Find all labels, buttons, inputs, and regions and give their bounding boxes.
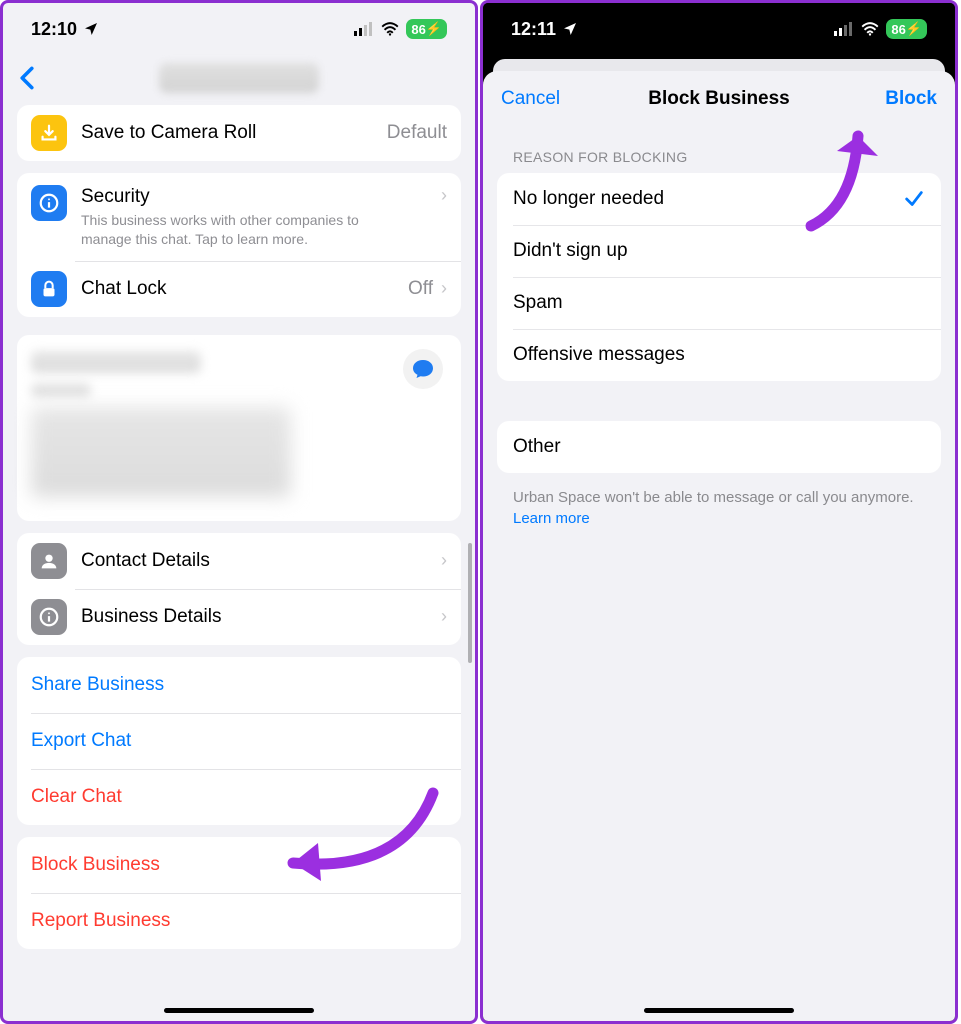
reason-spam[interactable]: Spam <box>497 277 941 329</box>
chat-lock-value: Off <box>408 278 433 300</box>
chevron-right-icon: › <box>441 550 447 571</box>
message-icon[interactable] <box>403 349 443 389</box>
page-title-redacted <box>159 63 319 93</box>
cancel-button[interactable]: Cancel <box>501 88 560 110</box>
info-circle-icon <box>31 599 67 635</box>
chevron-right-icon: › <box>441 185 447 206</box>
chevron-right-icon: › <box>441 606 447 627</box>
phone-right: 12:11 86⚡ Cancel Block Business Block <box>480 0 958 1024</box>
clear-chat-row[interactable]: Clear Chat <box>17 769 461 825</box>
reason-label: Didn't sign up <box>513 240 628 262</box>
contact-details-row[interactable]: Contact Details › <box>17 533 461 589</box>
battery-icon: 86⚡ <box>406 19 447 39</box>
footer-note: Urban Space won't be able to message or … <box>483 473 955 543</box>
checkmark-icon <box>903 188 925 210</box>
location-icon <box>562 21 578 37</box>
chevron-right-icon: › <box>441 278 447 299</box>
security-sub: This business works with other companies… <box>81 211 381 249</box>
wifi-icon <box>380 22 400 36</box>
reason-label: No longer needed <box>513 188 664 210</box>
save-to-camera-roll-row[interactable]: Save to Camera Roll Default <box>17 105 461 161</box>
status-bar: 12:11 86⚡ <box>483 3 955 55</box>
export-chat-label: Export Chat <box>31 729 131 753</box>
reason-other[interactable]: Other <box>497 421 941 473</box>
reason-label: Other <box>513 436 561 458</box>
export-chat-row[interactable]: Export Chat <box>17 713 461 769</box>
security-label: Security <box>81 185 381 209</box>
save-value: Default <box>387 122 447 144</box>
location-icon <box>83 21 99 37</box>
wifi-icon <box>860 22 880 36</box>
report-business-row[interactable]: Report Business <box>17 893 461 949</box>
redacted-contact-card <box>17 335 461 521</box>
block-sheet: Cancel Block Business Block REASON FOR B… <box>483 71 955 1021</box>
reason-options: No longer needed Didn't sign up Spam Off… <box>497 173 941 381</box>
reason-label: Offensive messages <box>513 344 685 366</box>
business-details-row[interactable]: Business Details › <box>17 589 461 645</box>
share-business-row[interactable]: Share Business <box>17 657 461 713</box>
cellular-icon <box>834 22 854 36</box>
contact-details-label: Contact Details <box>81 549 210 573</box>
lock-icon <box>31 271 67 307</box>
clear-chat-label: Clear Chat <box>31 785 122 809</box>
reason-other-card: Other <box>497 421 941 473</box>
download-icon <box>31 115 67 151</box>
info-icon <box>31 185 67 221</box>
back-button[interactable] <box>13 66 41 90</box>
home-indicator <box>164 1008 314 1013</box>
cellular-icon <box>354 22 374 36</box>
reason-label: Spam <box>513 292 563 314</box>
status-bar: 12:10 86⚡ <box>3 3 475 55</box>
chat-lock-row[interactable]: Chat Lock Off › <box>17 261 461 317</box>
block-business-label: Block Business <box>31 853 160 877</box>
phone-left: 12:10 86⚡ <box>0 0 478 1024</box>
home-indicator <box>644 1008 794 1013</box>
reason-didnt-sign-up[interactable]: Didn't sign up <box>497 225 941 277</box>
business-details-label: Business Details <box>81 605 221 629</box>
contact-icon <box>31 543 67 579</box>
security-row[interactable]: Security This business works with other … <box>17 173 461 261</box>
learn-more-link[interactable]: Learn more <box>513 510 590 527</box>
reason-no-longer-needed[interactable]: No longer needed <box>497 173 941 225</box>
save-label: Save to Camera Roll <box>81 121 256 145</box>
navbar <box>3 55 475 101</box>
report-business-label: Report Business <box>31 909 170 933</box>
status-time: 12:11 <box>511 19 556 40</box>
scrollbar[interactable] <box>468 543 472 663</box>
block-business-row[interactable]: Block Business <box>17 837 461 893</box>
block-button[interactable]: Block <box>885 88 937 110</box>
share-business-label: Share Business <box>31 673 164 697</box>
reason-section-header: REASON FOR BLOCKING <box>483 127 955 173</box>
reason-offensive[interactable]: Offensive messages <box>497 329 941 381</box>
sheet-title: Block Business <box>648 88 790 110</box>
battery-icon: 86⚡ <box>886 19 927 39</box>
chat-lock-label: Chat Lock <box>81 277 167 301</box>
sheet-navbar: Cancel Block Business Block <box>483 71 955 127</box>
status-time: 12:10 <box>31 19 77 40</box>
